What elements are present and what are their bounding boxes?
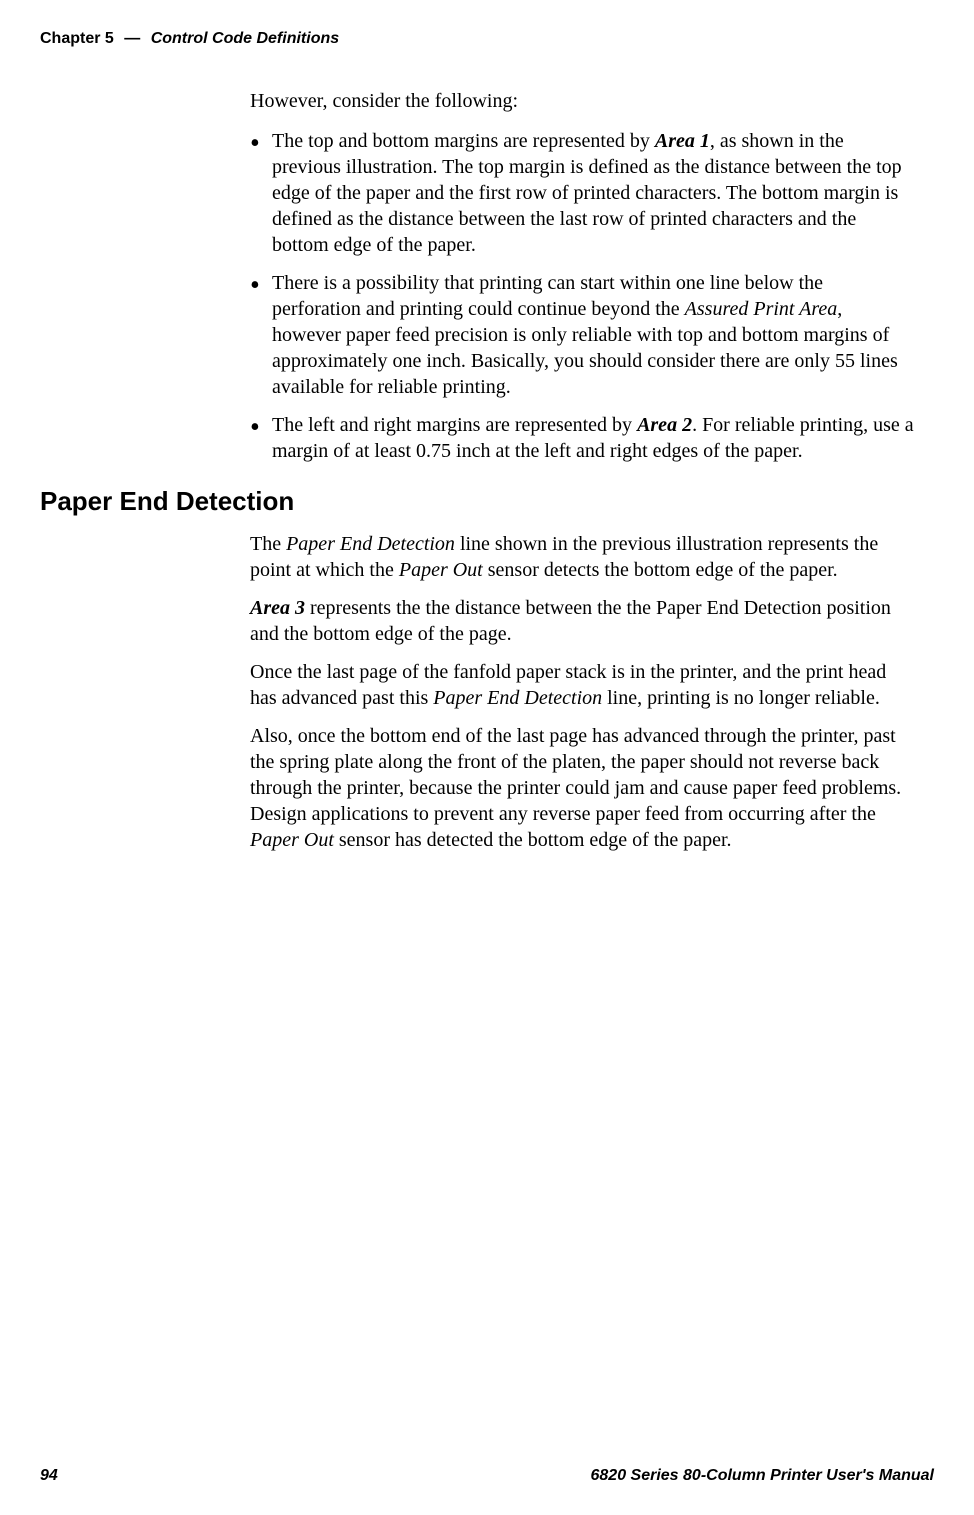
section-para-2: Area 3 represents the the distance betwe… [250,595,914,647]
bullet-item-3: • The left and right margins are represe… [250,412,914,464]
assured-print-area-label: Assured Print Area [685,298,838,320]
paper-out-label-2: Paper Out [250,829,334,851]
page-number: 94 [40,1467,58,1485]
intro-paragraph: However, consider the following: [250,88,914,114]
bullet-text: The top and bottom margins are represent… [272,128,914,258]
paper-end-detection-label-2: Paper End Detection [433,687,602,709]
section-content: The Paper End Detection line shown in th… [0,531,974,853]
chapter-number: Chapter 5 [40,30,114,47]
area-3-label: Area 3 [250,597,305,619]
section-para-1: The Paper End Detection line shown in th… [250,531,914,583]
page-header: Chapter 5 — Control Code Definitions [0,0,974,88]
area-2-label: Area 2 [637,414,692,436]
bullet-item-1: • The top and bottom margins are represe… [250,128,914,258]
page-footer: 94 6820 Series 80-Column Printer User's … [0,1467,974,1485]
section-para-3: Once the last page of the fanfold paper … [250,659,914,711]
bullet-marker: • [250,412,272,464]
section-heading-paper-end: Paper End Detection [40,486,974,517]
bullet-text: There is a possibility that printing can… [272,270,914,400]
header-dash: — [124,30,140,47]
paper-end-detection-label: Paper End Detection [286,533,455,555]
bullet-marker: • [250,128,272,258]
bullet-marker: • [250,270,272,400]
area-1-label: Area 1 [655,130,710,152]
section-para-4: Also, once the bottom end of the last pa… [250,723,914,853]
paper-out-label: Paper Out [399,559,483,581]
manual-title: 6820 Series 80-Column Printer User's Man… [591,1467,935,1485]
bullet-item-2: • There is a possibility that printing c… [250,270,914,400]
header-title: Control Code Definitions [151,30,339,47]
main-content: However, consider the following: • The t… [0,88,974,464]
bullet-text: The left and right margins are represent… [272,412,914,464]
